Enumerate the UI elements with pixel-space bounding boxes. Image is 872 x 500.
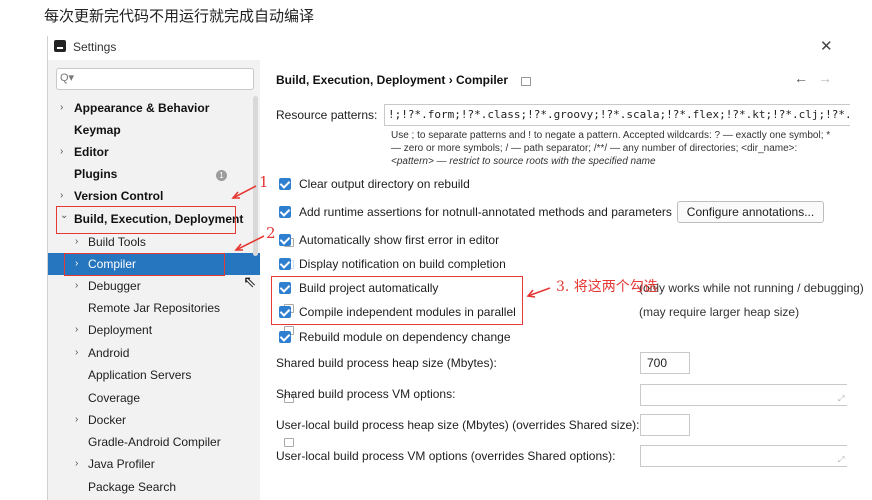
annotation-step-two: 2 (266, 224, 276, 242)
annotation-arrow-one (232, 185, 257, 199)
annotation-step-one: 1 (259, 173, 269, 191)
annotation-step-three: 3. 将这两个勾选 (556, 279, 658, 295)
annotation-arrow-two (235, 235, 265, 251)
annotation-arrows (231, 185, 551, 298)
